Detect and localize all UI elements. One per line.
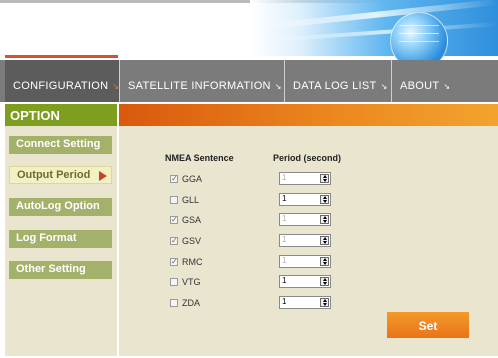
nav-tab-label: ABOUT — [400, 80, 440, 92]
arrow-icon: ↘ — [112, 82, 120, 91]
sentence-label: GGA — [182, 174, 203, 184]
main-nav: CONFIGURATION ↘ SATELLITE INFORMATION ↘ DA… — [0, 60, 498, 102]
spinner-arrows-icon[interactable] — [320, 257, 329, 266]
checkbox-gsa[interactable]: ✓ — [170, 216, 178, 224]
spinner-arrows-icon[interactable] — [320, 174, 329, 183]
period-spinbox-gsa[interactable]: 1 — [279, 213, 331, 226]
checkbox-zda[interactable] — [170, 299, 178, 307]
period-spinbox-vtg[interactable]: 1 — [279, 275, 331, 288]
nav-tab-configuration[interactable]: CONFIGURATION ↘ — [5, 60, 120, 102]
sentence-label: GSV — [182, 236, 202, 246]
period-value: 1 — [282, 235, 287, 244]
nav-tab-data-log-list[interactable]: DATA LOG LIST ↘ — [285, 60, 392, 102]
spinner-arrows-icon[interactable] — [320, 277, 329, 286]
period-value: 1 — [282, 214, 287, 223]
period-value: 1 — [282, 297, 287, 306]
spinner-arrows-icon[interactable] — [320, 215, 329, 224]
sidebar-item-log-format[interactable]: Log Format — [9, 230, 112, 248]
sentence-label: VTG — [182, 277, 201, 287]
sidebar-item-label: Other Setting — [16, 263, 86, 275]
globe-icon — [390, 12, 448, 60]
period-value: 1 — [282, 256, 287, 265]
period-spinbox-gga[interactable]: 1 — [279, 172, 331, 185]
spinner-arrows-icon[interactable] — [320, 236, 329, 245]
sidebar-title: OPTION — [5, 104, 117, 126]
checkbox-gll[interactable] — [170, 196, 178, 204]
arrow-icon: ↘ — [443, 82, 451, 91]
nav-tab-about[interactable]: ABOUT ↘ — [392, 60, 498, 102]
nav-tab-label: CONFIGURATION — [13, 80, 109, 92]
nav-tab-satellite-information[interactable]: SATELLITE INFORMATION ↘ — [120, 60, 285, 102]
nav-tab-label: SATELLITE INFORMATION — [128, 80, 271, 92]
checkbox-gga[interactable]: ✓ — [170, 175, 178, 183]
period-spinbox-zda[interactable]: 1 — [279, 296, 331, 309]
period-value: 1 — [282, 276, 287, 285]
sidebar-item-output-period[interactable]: Output Period — [9, 166, 112, 184]
column-header-period: Period (second) — [273, 153, 342, 163]
sentence-label: GSA — [182, 215, 202, 225]
sidebar-item-other-setting[interactable]: Other Setting — [9, 261, 112, 279]
sidebar: OPTION Connect Setting Output Period Aut… — [5, 104, 117, 356]
period-spinbox-gll[interactable]: 1 — [279, 193, 331, 206]
spinner-arrows-icon[interactable] — [320, 195, 329, 204]
sidebar-title-text: OPTION — [10, 108, 60, 123]
sidebar-item-connect-setting[interactable]: Connect Setting — [9, 136, 112, 154]
column-header-nmea-sentence: NMEA Sentence — [165, 153, 234, 163]
period-value: 1 — [282, 173, 287, 182]
period-spinbox-rmc[interactable]: 1 — [279, 255, 331, 268]
sidebar-item-label: Connect Setting — [16, 138, 101, 150]
active-indicator-line — [5, 55, 118, 58]
checkbox-gsv[interactable]: ✓ — [170, 237, 178, 245]
sentence-label: RMC — [182, 257, 203, 267]
set-button[interactable]: Set — [387, 312, 469, 338]
page-header — [0, 0, 498, 60]
content-header-bar — [119, 104, 498, 126]
period-value: 1 — [282, 194, 287, 203]
nav-tab-label: DATA LOG LIST — [293, 80, 377, 92]
arrow-icon: ↘ — [380, 82, 388, 91]
sentence-label: ZDA — [182, 298, 200, 308]
sentence-label: GLL — [182, 195, 200, 205]
sidebar-item-label: AutoLog Option — [16, 200, 100, 212]
period-spinbox-gsv[interactable]: 1 — [279, 234, 331, 247]
sidebar-item-label: Output Period — [17, 169, 91, 181]
checkbox-rmc[interactable]: ✓ — [170, 258, 178, 266]
spinner-arrows-icon[interactable] — [320, 298, 329, 307]
sidebar-item-label: Log Format — [16, 232, 77, 244]
arrow-icon: ↘ — [274, 82, 282, 91]
checkbox-vtg[interactable] — [170, 278, 178, 286]
sidebar-item-autolog-option[interactable]: AutoLog Option — [9, 198, 112, 216]
banner-graphic — [250, 0, 498, 60]
triangle-right-icon — [99, 171, 107, 181]
